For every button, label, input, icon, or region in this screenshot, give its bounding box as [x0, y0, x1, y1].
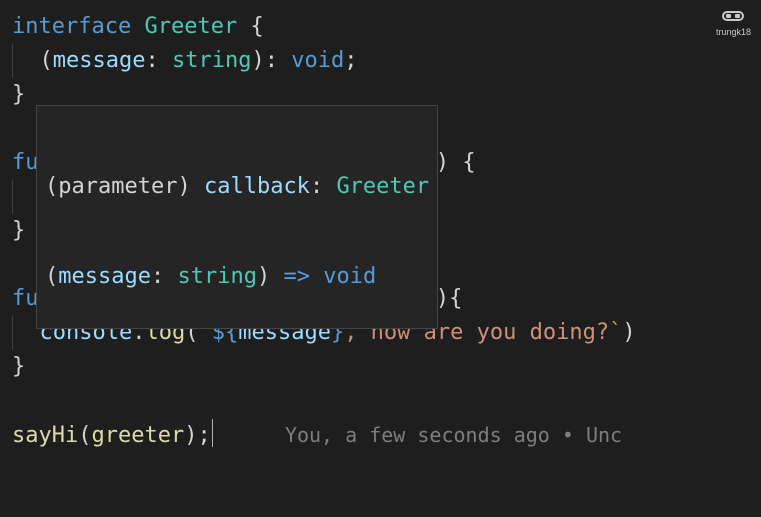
hover-tooltip: (parameter) callback: Greeter (message: …	[36, 105, 438, 329]
code-line[interactable]: (message: string): void;	[12, 44, 761, 78]
code-line[interactable]: interface Greeter {	[12, 10, 761, 44]
caret-icon	[212, 419, 213, 447]
git-blame-annotation: You, a few seconds ago • Unc	[285, 423, 622, 447]
code-line[interactable]: }	[12, 350, 761, 384]
keyword: interface	[12, 14, 131, 39]
type-name: string	[172, 48, 251, 73]
argument: greeter	[91, 423, 184, 448]
function-call: sayHi	[12, 423, 78, 448]
tooltip-row: (parameter) callback: Greeter	[45, 172, 429, 202]
type-name: Greeter	[144, 14, 237, 39]
brace: {	[250, 14, 263, 39]
tooltip-row: (message: string) => void	[45, 262, 429, 292]
code-line[interactable]: sayHi(greeter); You, a few seconds ago •…	[12, 418, 761, 452]
code-line[interactable]	[12, 384, 761, 418]
parameter: message	[53, 48, 146, 73]
keyword: void	[291, 48, 344, 73]
